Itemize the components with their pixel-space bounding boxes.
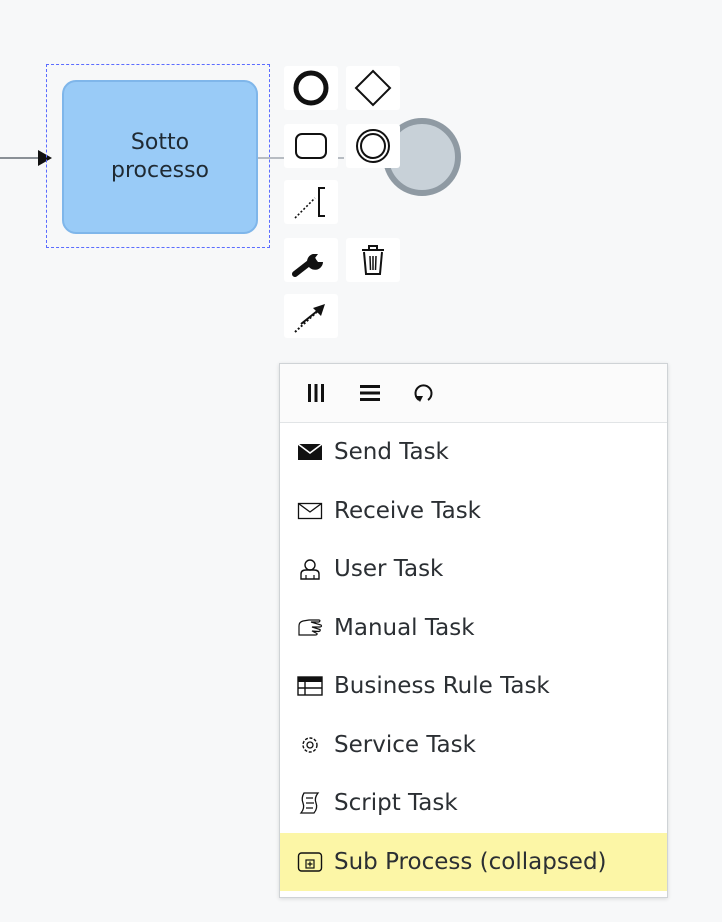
append-text-annotation-button[interactable]	[284, 180, 338, 224]
menu-item-label: User Task	[334, 556, 444, 583]
change-type-button[interactable]	[284, 238, 338, 282]
menu-item-label: Script Task	[334, 790, 458, 817]
connect-arrow-icon	[291, 296, 331, 336]
append-gateway-button[interactable]	[346, 66, 400, 110]
menu-item-send-task[interactable]: Send Task	[280, 423, 667, 482]
menu-item-label: Receive Task	[334, 497, 481, 524]
menu-item-receive-task[interactable]: Receive Task	[280, 482, 667, 541]
menu-item-label: Manual Task	[334, 614, 475, 641]
end-event-icon	[291, 68, 331, 108]
script-icon	[296, 789, 324, 817]
parallel-multi-instance-icon[interactable]	[304, 381, 328, 405]
menu-item-script-task[interactable]: Script Task	[280, 774, 667, 833]
send-envelope-icon	[296, 438, 324, 466]
menu-item-service-task[interactable]: Service Task	[280, 716, 667, 775]
intermediate-event-icon	[353, 126, 393, 166]
sequential-multi-instance-icon[interactable]	[358, 381, 382, 405]
user-icon	[296, 555, 324, 583]
delete-button[interactable]	[346, 238, 400, 282]
collapsed-subprocess-icon	[296, 848, 324, 876]
menu-list: Send Task Receive Task User Task Manual …	[280, 423, 667, 891]
menu-item-label: Service Task	[334, 731, 476, 758]
diagram-canvas[interactable]: Sotto processo Send Task Receive Task Us…	[0, 0, 722, 922]
connector-line	[258, 157, 286, 159]
connect-button[interactable]	[284, 294, 338, 338]
subprocess-task[interactable]: Sotto processo	[62, 80, 258, 234]
menu-item-label: Send Task	[334, 439, 449, 466]
menu-header	[280, 364, 667, 423]
append-intermediate-event-button[interactable]	[346, 124, 400, 168]
replace-menu: Send Task Receive Task User Task Manual …	[279, 363, 668, 898]
trash-icon	[353, 240, 393, 280]
menu-item-user-task[interactable]: User Task	[280, 540, 667, 599]
wrench-icon	[291, 240, 331, 280]
menu-item-label: Business Rule Task	[334, 673, 550, 700]
hand-icon	[296, 614, 324, 642]
menu-item-sub-process-collapsed[interactable]: Sub Process (collapsed)	[280, 832, 667, 891]
task-icon	[291, 128, 331, 164]
gateway-icon	[353, 68, 393, 108]
menu-item-label: Sub Process (collapsed)	[334, 848, 607, 875]
loop-icon[interactable]	[412, 381, 436, 405]
menu-item-business-rule-task[interactable]: Business Rule Task	[280, 657, 667, 716]
append-task-button[interactable]	[284, 124, 338, 168]
task-label: Sotto processo	[110, 130, 209, 183]
text-annotation-icon	[291, 182, 331, 222]
receive-envelope-icon	[296, 497, 324, 525]
table-icon	[296, 672, 324, 700]
append-end-event-button[interactable]	[284, 66, 338, 110]
menu-item-manual-task[interactable]: Manual Task	[280, 599, 667, 658]
gear-icon	[296, 731, 324, 759]
